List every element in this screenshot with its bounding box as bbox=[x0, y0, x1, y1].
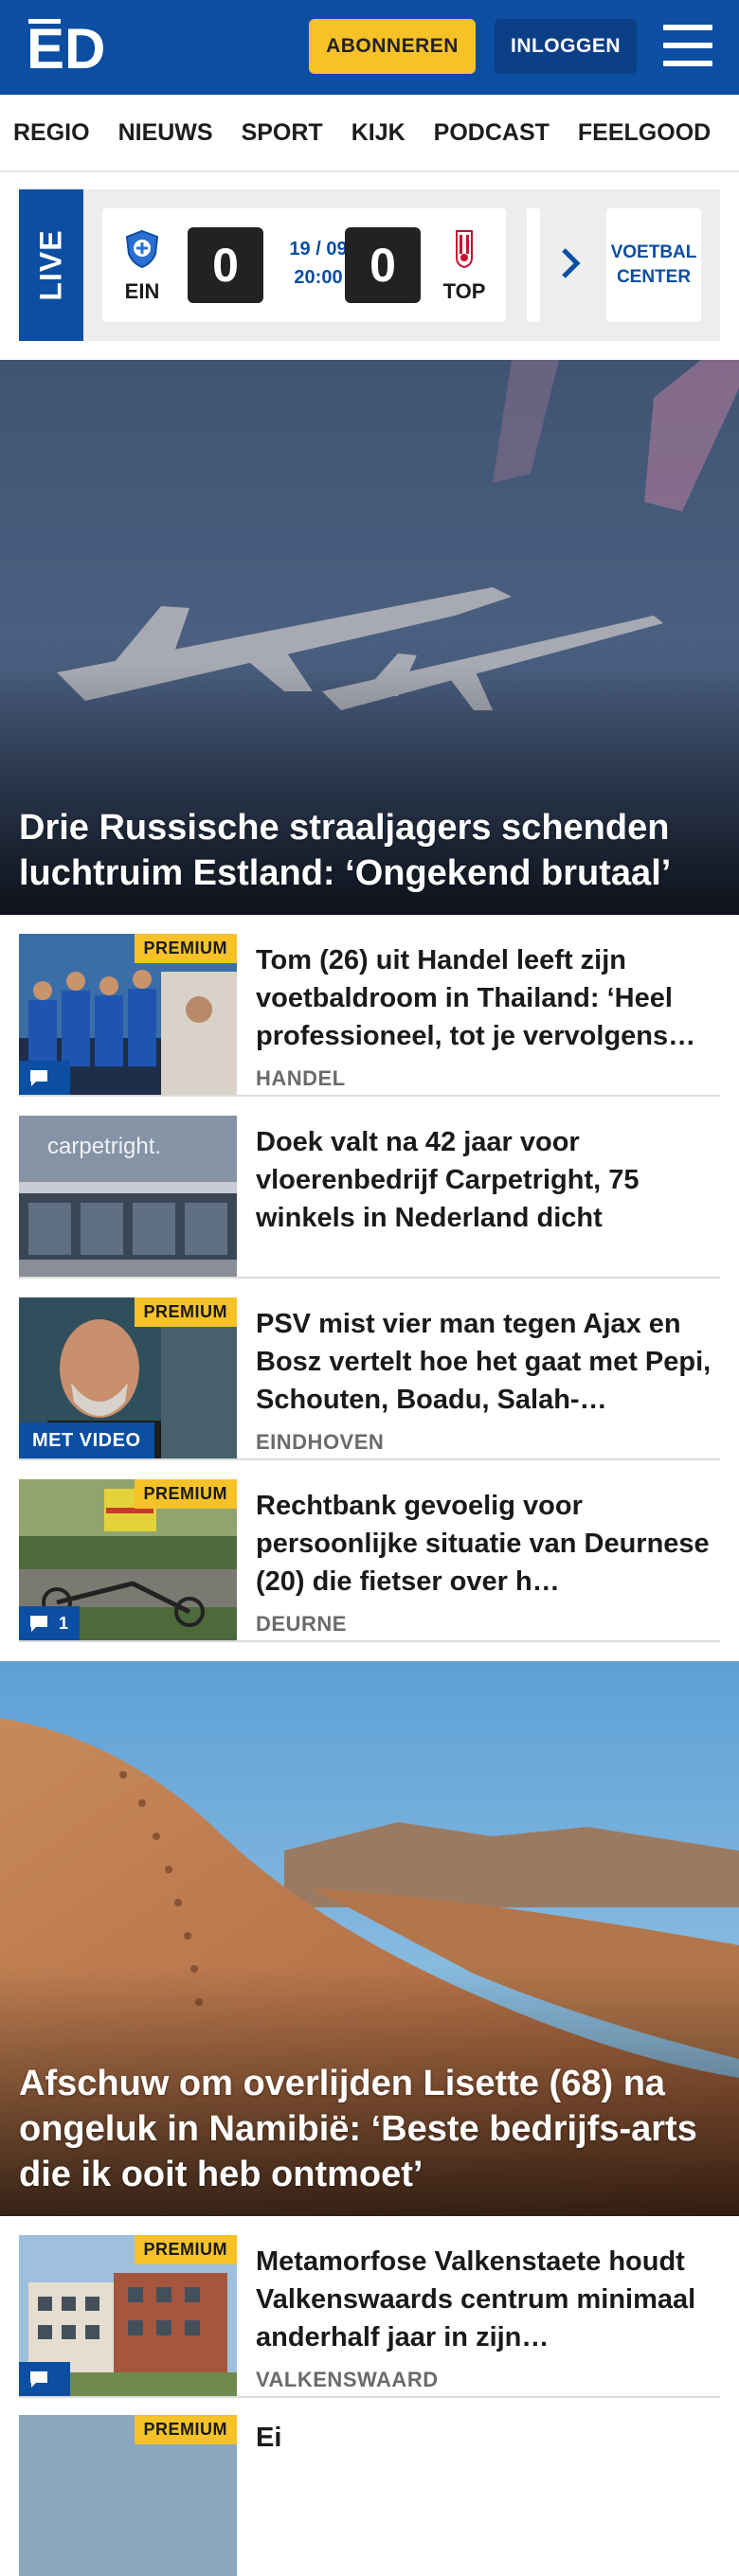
nav-item-regio[interactable]: REGIO bbox=[13, 119, 90, 147]
premium-badge: PREMIUM bbox=[134, 1297, 237, 1327]
article-location: DEURNE bbox=[256, 1612, 347, 1636]
voetbal-center-button[interactable]: VOETBAL CENTER bbox=[606, 208, 701, 322]
article-title[interactable]: Metamorfose Valkenstaete houdt Valkenswa… bbox=[256, 2243, 720, 2356]
article-title[interactable]: PSV mist vier man tegen Ajax en Bosz ver… bbox=[256, 1305, 720, 1419]
article-title[interactable]: Ei bbox=[256, 2419, 720, 2457]
hero-article-namibia[interactable]: Afschuw om overlijden Lisette (68) na on… bbox=[0, 1661, 739, 2216]
ed-logo[interactable]: ED bbox=[27, 17, 112, 80]
article-location: HANDEL bbox=[256, 1066, 346, 1090]
premium-badge: PREMIUM bbox=[134, 1479, 237, 1509]
article-item[interactable]: PREMIUM MET VIDEO PSV mist vier man tege… bbox=[19, 1279, 720, 1460]
top-oss-logo-icon bbox=[456, 230, 473, 269]
nav-item-sport[interactable]: SPORT bbox=[242, 119, 323, 147]
article-item[interactable]: PREMIUM 1 Rechtbank gevoelig voor persoo… bbox=[19, 1460, 720, 1642]
article-title[interactable]: Doek valt na 42 jaar voor vloerenbedrijf… bbox=[256, 1123, 720, 1237]
home-team-name: EIN bbox=[124, 279, 160, 303]
away-score: 0 bbox=[345, 227, 421, 303]
article-item[interactable]: PREMIUM Tom (26) uit Handel leeft zijn v… bbox=[19, 915, 720, 1097]
psv-logo-icon bbox=[125, 229, 159, 269]
nav-item-kijk[interactable]: KIJK bbox=[351, 119, 406, 147]
next-match-card-edge[interactable] bbox=[527, 208, 540, 322]
store-sign-text: carpetright. bbox=[47, 1134, 161, 1159]
hamburger-menu-icon[interactable] bbox=[663, 25, 712, 66]
live-label: LIVE bbox=[19, 189, 83, 341]
video-badge: MET VIDEO bbox=[19, 1422, 154, 1458]
site-header: ED ABONNEREN INLOGGEN bbox=[0, 0, 739, 95]
premium-badge: PREMIUM bbox=[134, 934, 237, 963]
article-thumbnail: PREMIUM bbox=[19, 2415, 237, 2576]
nav-item-podcast[interactable]: PODCAST bbox=[434, 119, 550, 147]
logo-text: ED bbox=[27, 19, 105, 74]
article-thumbnail: carpetright. bbox=[19, 1116, 237, 1277]
comment-count: 1 bbox=[59, 1613, 69, 1633]
article-thumbnail: PREMIUM bbox=[19, 2235, 237, 2396]
comment-count-badge bbox=[19, 2362, 70, 2396]
hero-title[interactable]: Afschuw om overlijden Lisette (68) na on… bbox=[19, 2061, 720, 2197]
comment-count-badge: 1 bbox=[19, 1606, 81, 1640]
home-team: EIN bbox=[114, 229, 171, 304]
article-title[interactable]: Tom (26) uit Handel leeft zijn voetbaldr… bbox=[256, 941, 720, 1055]
article-thumbnail: PREMIUM 1 bbox=[19, 1479, 237, 1640]
carpetright-store-photo: carpetright. bbox=[19, 1116, 237, 1277]
nav-item-feelgood[interactable]: FEELGOOD bbox=[578, 119, 711, 147]
hero-title[interactable]: Drie Russische straaljagers schenden luc… bbox=[19, 805, 720, 896]
live-scores-bar: LIVE EIN 0 19 / 09 20:00 0 TOP VOETBAL C… bbox=[19, 189, 720, 341]
article-location: VALKENSWAARD bbox=[256, 2368, 439, 2391]
away-team-name: TOP bbox=[442, 279, 486, 303]
comment-count-badge bbox=[19, 1061, 70, 1095]
nav-item-nieuws[interactable]: NIEUWS bbox=[118, 119, 213, 147]
article-title[interactable]: Rechtbank gevoelig voor persoonlijke sit… bbox=[256, 1487, 720, 1601]
comment-icon bbox=[30, 1616, 47, 1632]
live-label-text: LIVE bbox=[33, 229, 68, 301]
premium-badge: PREMIUM bbox=[134, 2415, 237, 2444]
subscribe-button[interactable]: ABONNEREN bbox=[309, 19, 476, 74]
article-item[interactable]: PREMIUM Metamorfose Valkenstaete houdt V… bbox=[19, 2216, 720, 2398]
match-card[interactable]: EIN 0 19 / 09 20:00 0 TOP bbox=[102, 208, 506, 322]
home-score: 0 bbox=[188, 227, 263, 303]
comment-icon bbox=[30, 2371, 47, 2388]
article-thumbnail: PREMIUM MET VIDEO bbox=[19, 1297, 237, 1458]
away-team: TOP bbox=[436, 229, 493, 304]
article-item[interactable]: carpetright. Doek valt na 42 jaar voor v… bbox=[19, 1097, 720, 1279]
premium-badge: PREMIUM bbox=[134, 2235, 237, 2264]
login-button[interactable]: INLOGGEN bbox=[495, 19, 637, 74]
article-item[interactable]: PREMIUM Ei bbox=[19, 2398, 720, 2576]
hero-article-jets[interactable]: Drie Russische straaljagers schenden luc… bbox=[0, 360, 739, 915]
section-nav: REGIO NIEUWS SPORT KIJK PODCAST FEELGOOD bbox=[0, 95, 739, 172]
article-thumbnail: PREMIUM bbox=[19, 934, 237, 1095]
chevron-right-icon[interactable] bbox=[559, 246, 582, 285]
article-location: EINDHOVEN bbox=[256, 1430, 385, 1454]
comment-icon bbox=[30, 1070, 47, 1086]
